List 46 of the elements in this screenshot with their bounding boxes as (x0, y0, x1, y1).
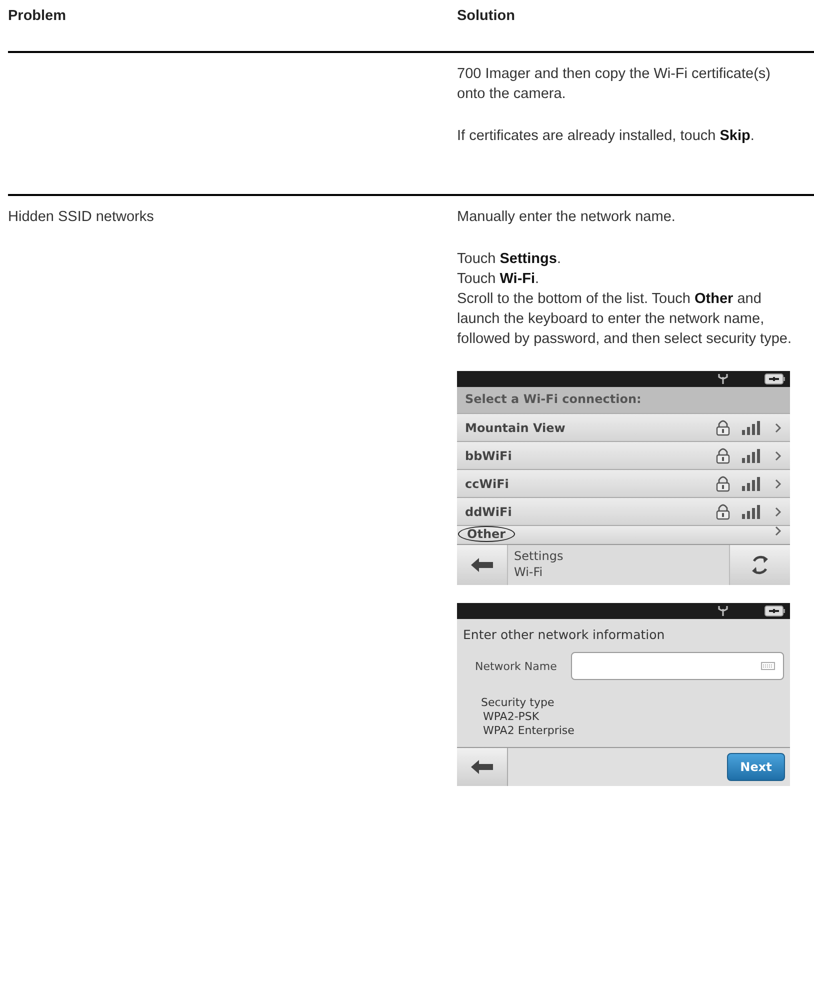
screen-title: Enter other network information (463, 627, 666, 642)
network-name: bbWiFi (465, 448, 512, 462)
security-option[interactable]: WPA2 Enterprise (481, 724, 784, 738)
signal-icon (742, 476, 762, 490)
left-arrow-icon (471, 760, 493, 774)
column-header: Solution (457, 8, 515, 24)
network-name: Mountain View (465, 420, 566, 434)
input-field[interactable] (570, 652, 784, 680)
network-row[interactable]: Mountain View (457, 413, 790, 441)
signal-icon (742, 504, 762, 518)
list-header: Select a Wi-Fi connection: (457, 387, 790, 413)
lock-icon (716, 503, 730, 520)
network-name: ccWiFi (465, 476, 509, 490)
network-name: ddWiFi (465, 504, 512, 518)
problem-text: Hidden SSID networks (8, 208, 155, 227)
signal-icon (742, 420, 762, 434)
refresh-button[interactable] (730, 545, 790, 585)
security-label: Security type (481, 696, 556, 710)
chevron-icon (774, 450, 782, 460)
back-button[interactable] (457, 545, 507, 585)
solution-text: 700 Imager and then copy the Wi-Fi certificate(s) onto the camera. (457, 65, 772, 104)
antenna-icon (718, 605, 728, 617)
breadcrumb-text: Settings (514, 548, 564, 564)
circled-network-name: Other (458, 526, 515, 542)
signal-icon (742, 448, 762, 462)
left-arrow-icon (471, 558, 493, 572)
solution-text: If certificates are already installed, touch Skip. (457, 127, 756, 146)
network-row[interactable]: bbWiFi (457, 441, 790, 469)
antenna-icon (718, 373, 728, 385)
network-row[interactable]: ccWiFi (457, 469, 790, 497)
back-button[interactable] (457, 748, 508, 786)
next-button[interactable]: Next (727, 753, 785, 781)
keyboard-icon (761, 662, 775, 670)
network-row[interactable]: Other (457, 525, 790, 544)
solution-text: Touch Settings. Touch Wi-Fi. Scroll to the bottom of the list. Touch Other and launch the keyboard to enter the network name, followed by password, and then select security type. (457, 250, 792, 349)
breadcrumb-text: Wi-Fi (514, 564, 544, 580)
network-row[interactable]: ddWiFi (457, 497, 790, 525)
solution-text: Manually enter the network name. (457, 208, 676, 227)
lock-icon (716, 419, 730, 436)
chevron-icon (774, 422, 782, 432)
lock-icon (716, 447, 730, 464)
field-label: Network Name (475, 660, 557, 672)
security-option[interactable]: WPA2-PSK (481, 710, 784, 724)
column-header: Problem (8, 8, 68, 24)
lock-icon (716, 475, 730, 492)
chevron-icon (774, 478, 782, 488)
